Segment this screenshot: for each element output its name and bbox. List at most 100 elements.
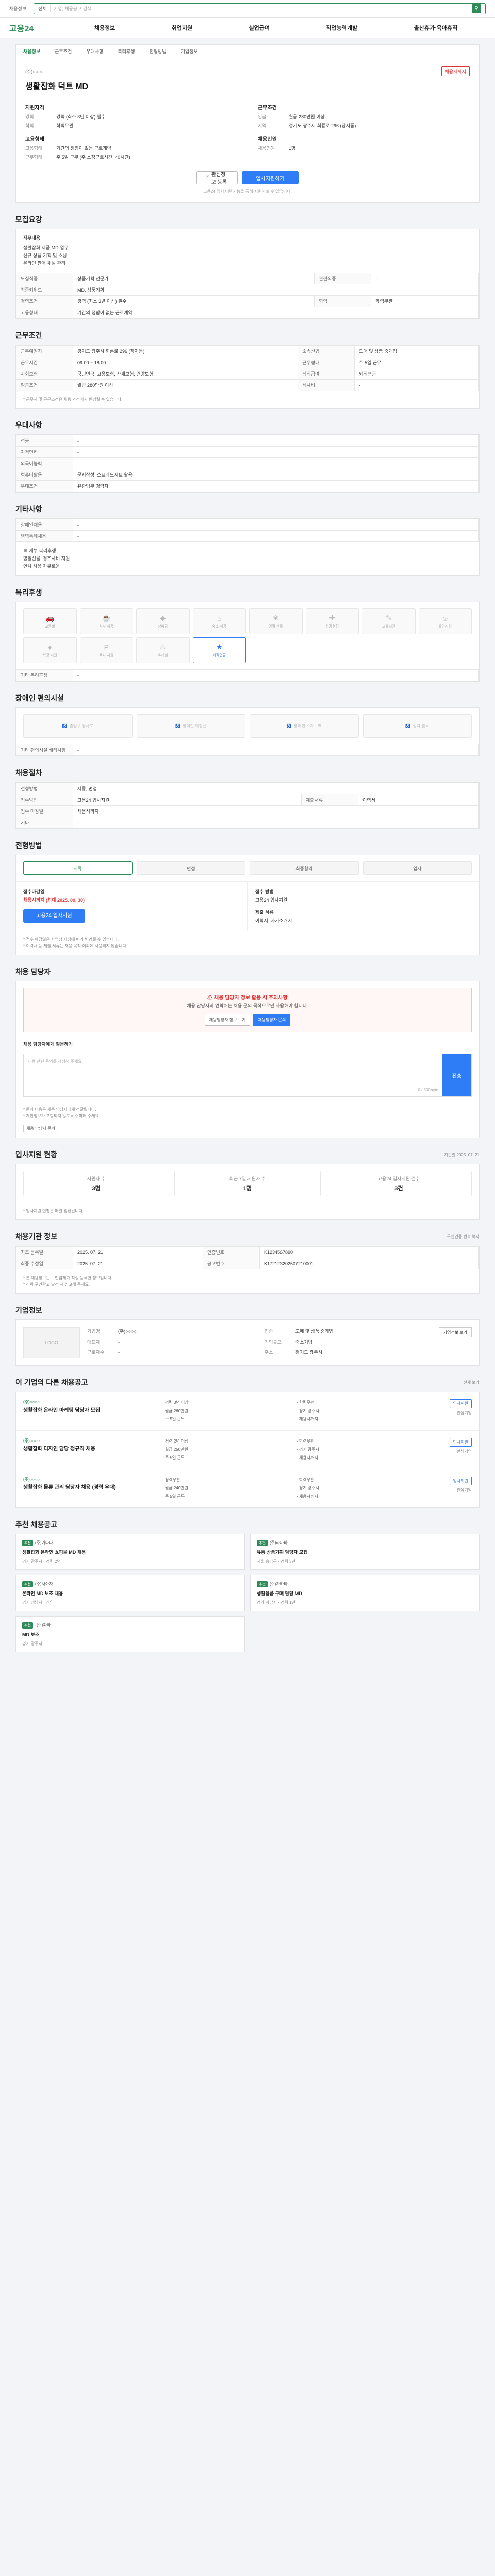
recommend-card[interactable]: 추천 (주)차카타 생활용품 구매 담당 MD 경기 하남시 · 경력 1년 xyxy=(250,1575,480,1611)
cell-value: 2025. 07. 21 xyxy=(73,1246,203,1258)
table-row: 최종 수정일 2025. 07. 21 공고번호 K17212320250721000… xyxy=(16,1258,480,1269)
global-search-box[interactable]: 전체 기업, 채용공고 검색 ⚲ xyxy=(34,3,486,14)
job-left: (주)○○○○ 생활잡화 물류 관리 담당자 채용 (경력 우대) xyxy=(23,1477,157,1500)
job-save-button[interactable]: 관심기업 xyxy=(457,1487,472,1493)
tab-0[interactable]: 채용정보 xyxy=(23,48,40,55)
howto-left: 접수마감일 채용시까지 (최대 2025. 09. 30) 고용24 입사지원 xyxy=(16,882,248,931)
tab-5[interactable]: 기업정보 xyxy=(181,48,198,55)
col3-row: 고용형태 기간의 정함이 없는 근로계약 xyxy=(25,144,237,153)
job-company[interactable]: (주)○○○○ xyxy=(23,1438,157,1444)
job-apply-button[interactable]: 입사지원 xyxy=(449,1477,472,1485)
job-meta-item: · 채용시까지 xyxy=(296,1455,318,1460)
tab-3[interactable]: 복리후생 xyxy=(118,48,135,55)
job-apply-button[interactable]: 입사지원 xyxy=(449,1399,472,1408)
gift-icon: ❀ xyxy=(272,614,279,622)
apply-button[interactable]: 입사지원하기 xyxy=(242,171,299,184)
job-title-link[interactable]: 생활잡화 물류 관리 담당자 채용 (경력 우대) xyxy=(23,1484,157,1492)
table-row: 고용형태 기간의 정함이 없는 근로계약 xyxy=(16,307,479,318)
recommend-card[interactable]: 추천 (주)가나다 생활잡화 온라인 쇼핑몰 MD 채용 경기 광주시 · 경력 2년 xyxy=(15,1534,245,1570)
nav-item-1[interactable]: 취업지원 xyxy=(172,24,192,32)
col1-row: 경력 경력 (최소 3년 이상) 필수 xyxy=(25,113,237,122)
cell-value: 09:00 ~ 18:00 xyxy=(72,357,299,368)
site-logo[interactable]: 고용24 xyxy=(9,22,66,34)
cell-value: - xyxy=(354,379,479,391)
meta-note: * 본 채용정보는 구인업체가 직접 등록한 정보입니다. xyxy=(23,1276,113,1280)
job-meta-item: · 월급 240만원 xyxy=(162,1486,188,1490)
tab-4[interactable]: 전형방법 xyxy=(150,48,167,55)
step-item: 최종합격 xyxy=(250,861,359,875)
retire-icon: ★ xyxy=(216,642,223,651)
job-save-button[interactable]: 관심기업 xyxy=(457,1449,472,1454)
recommend-company: (주)사아자 xyxy=(35,1582,53,1586)
cell-key: 최초 등록일 xyxy=(16,1246,73,1258)
howto-apply-button[interactable]: 고용24 입사지원 xyxy=(23,909,85,923)
question-placeholder: 채용 관련 문의를 작성해 주세요. xyxy=(28,1059,83,1064)
question-textarea[interactable]: 채용 관련 문의를 작성해 주세요. 0 / 500byte xyxy=(24,1054,442,1096)
list-item[interactable]: (주)○○○○ 생활잡화 온라인 마케팅 담당자 모집 · 경력 3년 이상 · 학력… xyxy=(16,1392,479,1431)
question-box: 채용 관련 문의를 작성해 주세요. 0 / 500byte 전송 xyxy=(23,1054,472,1097)
other-line: 명절선물, 경조사비 지원 xyxy=(23,556,70,561)
save-interest-button[interactable]: ♡ 관심정보 등록 xyxy=(196,171,238,185)
table-row: 사회보험 국민연금, 고용보험, 산재보험, 건강보험 퇴직급여 퇴직연금 xyxy=(16,368,479,380)
similar-view-all[interactable]: 전체 보기 xyxy=(463,1380,480,1385)
job-company[interactable]: (주)○○○○ xyxy=(23,1477,157,1482)
company-name[interactable]: (주)○○○○ xyxy=(25,68,44,75)
job-title-link[interactable]: 생활잡화 디자인 담당 정규직 채용 xyxy=(23,1446,157,1453)
table-row: 접수 마감일 채용시까지 xyxy=(16,805,479,817)
welfare-other-label: 기타 복리후생 xyxy=(16,669,73,681)
nav-item-3[interactable]: 직업능력개발 xyxy=(326,24,357,32)
nav-item-0[interactable]: 채용정보 xyxy=(94,24,115,32)
meta-copy-link[interactable]: 구인인증 번호 복사 xyxy=(447,1234,480,1240)
list-item[interactable]: (주)○○○○ 생활잡화 디자인 담당 정규직 채용 · 경력 2년 이상 · 학력무… xyxy=(16,1431,479,1469)
cell-key: 접수 마감일 xyxy=(16,805,73,817)
company-detail-button[interactable]: 기업정보 보기 xyxy=(438,1327,472,1337)
nav-item-4[interactable]: 출산휴가·육아휴직 xyxy=(414,24,458,32)
recruit-card: 직무내용 생활잡화 제품 MD 업무 신규 상품 기획 및 소싱 온라인 판매 채널… xyxy=(15,229,480,319)
welfare-label: 교통비 xyxy=(45,625,55,629)
col2-row: 지역 경기도 광주시 회룡로 296 (장지동) xyxy=(258,122,470,130)
search-icon[interactable]: ⚲ xyxy=(472,4,481,13)
question-send-button[interactable]: 전송 xyxy=(442,1054,471,1096)
recommend-card[interactable]: 추천 (주)라마바 유통 상품기획 담당자 모집 서울 송파구 · 경력 3년 xyxy=(250,1534,480,1570)
job-save-button[interactable]: 관심기업 xyxy=(457,1410,472,1416)
contact-info-button[interactable]: 채용담당자 정보 보기 xyxy=(204,1014,251,1026)
job-company[interactable]: (주)○○○○ xyxy=(23,1399,157,1405)
job-title-link[interactable]: 생활잡화 온라인 마케팅 담당자 모집 xyxy=(23,1407,157,1414)
list-item[interactable]: (주)○○○○ 생활잡화 물류 관리 담당자 채용 (경력 우대) · 경력무관 · … xyxy=(16,1469,479,1507)
prefer-table: 전공 - 자격면허 - 외국어능력 - 컴퓨터활용 문서작성, 스프레드시트 활용 우대조건 유관… xyxy=(16,435,479,492)
nav-item-2[interactable]: 실업급여 xyxy=(249,24,270,32)
cell-value: 문서작성, 스프레드시트 활용 xyxy=(73,469,479,481)
recommend-tag: 추천 xyxy=(22,1540,33,1546)
employment-group: 고용형태 고용형태 기간의 정함이 없는 근로계약 근무형태 주 5일 근무 (주 소… xyxy=(25,130,237,162)
contact-ask-button[interactable]: 채용담당자 문의 xyxy=(253,1014,291,1026)
stat-number: 3명 xyxy=(92,1185,101,1192)
search-scope-select[interactable]: 전체 xyxy=(38,5,51,12)
detail-subtabs: 채용정보 근무조건 우대사항 복리후생 전형방법 기업정보 xyxy=(16,45,479,58)
parking-icon: P xyxy=(104,642,109,651)
other-description: ※ 세부 복리후생 명절선물, 경조사비 지원 연차 사용 자유로움 xyxy=(16,542,479,575)
search-input[interactable]: 기업, 채용공고 검색 xyxy=(54,5,469,12)
cell-key: 소속산업 xyxy=(298,345,355,357)
deadline-value: 채용시까지 (최대 2025. 09. 30) xyxy=(23,897,85,903)
recommend-card-extra[interactable]: 추천 (주)파하 MD 보조 경기 광주시 xyxy=(15,1616,245,1652)
job-apply-button[interactable]: 입사지원 xyxy=(449,1438,472,1447)
tab-2[interactable]: 우대사항 xyxy=(86,48,103,55)
job-actions: 입사지원관심기업 xyxy=(431,1477,472,1500)
cell-key2: 공고번호 xyxy=(202,1258,260,1269)
recommend-company: (주)가나다 xyxy=(35,1540,53,1545)
cell-key: 전공 xyxy=(16,435,73,447)
stats-card: 지원자 수 3명 최근 7일 지원자 수 1명 고용24 입사지원 건수 3건 * 입사지… xyxy=(15,1164,480,1220)
recommend-card[interactable]: 추천 (주)사아자 온라인 MD 보조 채용 경기 성남시 · 신입 xyxy=(15,1575,245,1611)
company-value: - xyxy=(118,1350,120,1355)
step-item: 서류 xyxy=(23,861,133,875)
welfare-tile: ♦ 복장 지원 xyxy=(23,637,77,663)
table-row: 우대조건 유관업무 경력자 xyxy=(16,480,479,492)
save-interest-label: 관심정보 등록 xyxy=(211,172,227,185)
contact-chip[interactable]: 채용 담당자 문의 xyxy=(23,1125,58,1132)
cell-value: 기간의 정함이 없는 근로계약 xyxy=(73,307,479,318)
tab-1[interactable]: 근무조건 xyxy=(55,48,72,55)
disabled-tile: ♿ 장애인 주차구역 xyxy=(250,714,359,738)
stat-box: 지원자 수 3명 xyxy=(23,1171,170,1196)
company-key: 업종 xyxy=(264,1329,273,1334)
health-icon: ✚ xyxy=(329,614,336,622)
